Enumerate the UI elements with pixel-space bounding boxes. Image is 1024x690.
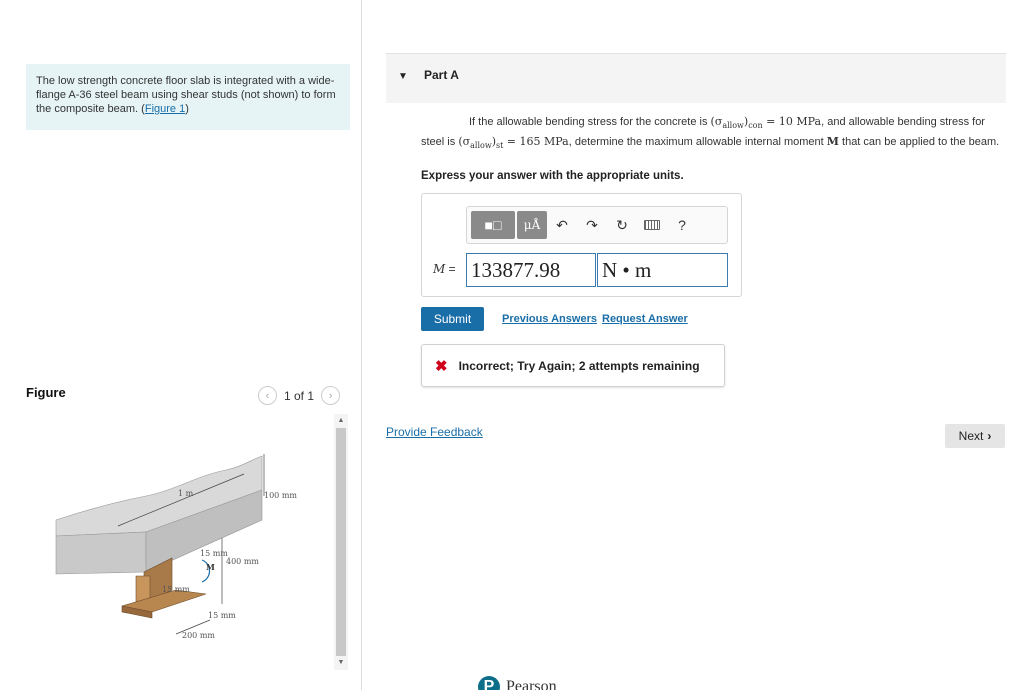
prev-figure-button[interactable]: ‹ xyxy=(258,386,277,405)
moment-label: M xyxy=(206,562,215,572)
answer-box: ■□ μÅ ↶ ↷ ↻ ? M = 133877.98 N • m xyxy=(421,193,742,297)
question-text: If the allowable bending stress for the … xyxy=(421,115,1000,151)
pearson-logo-icon: P xyxy=(478,676,500,690)
help-icon: ? xyxy=(678,217,686,233)
dim-slab-thickness: 100 mm xyxy=(264,491,297,500)
figure-counter: 1 of 1 xyxy=(284,388,315,403)
math-toolbar: ■□ μÅ ↶ ↷ ↻ ? xyxy=(466,206,728,244)
request-answer-link[interactable]: Request Answer xyxy=(602,313,688,325)
provide-feedback-link[interactable]: Provide Feedback xyxy=(386,425,483,439)
dim-web-thickness: 15 mm xyxy=(162,585,190,594)
value-input[interactable]: 133877.98 xyxy=(466,253,596,287)
figure-link[interactable]: Figure 1 xyxy=(145,103,185,115)
problem-text: The low strength concrete floor slab is … xyxy=(36,75,336,115)
left-panel: The low strength concrete floor slab is … xyxy=(0,0,362,690)
templates-button[interactable]: ■□ xyxy=(471,211,515,239)
previous-answers-link[interactable]: Previous Answers xyxy=(502,313,597,325)
composite-beam-figure: 1 m 100 mm 15 mm M 400 mm 15 mm 15 mm 20… xyxy=(55,454,297,640)
reset-button[interactable]: ↻ xyxy=(607,211,637,239)
slab-front-face xyxy=(55,531,147,575)
problem-statement: The low strength concrete floor slab is … xyxy=(26,64,350,130)
feedback-message: ✖ Incorrect; Try Again; 2 attempts remai… xyxy=(421,344,725,387)
reset-icon: ↻ xyxy=(616,216,628,233)
chevron-right-icon: › xyxy=(987,429,992,443)
units-button[interactable]: μÅ xyxy=(517,211,547,239)
template-icon: ■□ xyxy=(484,217,502,233)
submit-button[interactable]: Submit xyxy=(421,307,484,331)
dim-top-flange: 15 mm xyxy=(200,549,228,558)
chevron-left-icon: ‹ xyxy=(265,389,270,402)
figure-scrollbar[interactable]: ▲ ▼ xyxy=(334,414,348,670)
scroll-down-icon[interactable]: ▼ xyxy=(336,658,346,668)
redo-icon: ↷ xyxy=(586,216,598,233)
keyboard-icon xyxy=(644,220,660,230)
next-label: Next xyxy=(958,429,984,443)
undo-button[interactable]: ↶ xyxy=(547,211,577,239)
undo-icon: ↶ xyxy=(556,216,568,233)
figure-nav: ‹ 1 of 1 › xyxy=(258,386,341,405)
express-instruction: Express your answer with the appropriate… xyxy=(421,170,684,182)
scroll-up-icon[interactable]: ▲ xyxy=(336,416,346,426)
dim-web-height: 400 mm xyxy=(226,557,259,566)
keyboard-button[interactable] xyxy=(637,211,667,239)
error-x-icon: ✖ xyxy=(435,357,448,375)
mu-icon: μÅ xyxy=(523,218,541,232)
dim-flange-width: 200 mm xyxy=(182,631,215,640)
next-button[interactable]: Next › xyxy=(945,424,1005,448)
help-button[interactable]: ? xyxy=(667,211,697,239)
part-title: Part A xyxy=(424,68,459,82)
dim-bottom-flange: 15 mm xyxy=(208,611,236,620)
redo-button[interactable]: ↷ xyxy=(577,211,607,239)
next-figure-button[interactable]: › xyxy=(321,386,341,405)
dim-length: 1 m xyxy=(178,489,194,498)
units-input[interactable]: N • m xyxy=(597,253,728,287)
figure-heading: Figure xyxy=(26,385,66,400)
scroll-thumb[interactable] xyxy=(336,428,346,656)
part-a-header[interactable]: ▼ Part A xyxy=(386,53,1006,103)
chevron-right-icon: › xyxy=(328,389,333,402)
pearson-brand: P Pearson xyxy=(478,676,557,690)
answer-label: M = xyxy=(433,262,456,276)
feedback-text: Incorrect; Try Again; 2 attempts remaini… xyxy=(458,358,700,373)
pearson-wordmark: Pearson xyxy=(506,678,557,690)
collapse-caret-icon[interactable]: ▼ xyxy=(398,71,408,82)
